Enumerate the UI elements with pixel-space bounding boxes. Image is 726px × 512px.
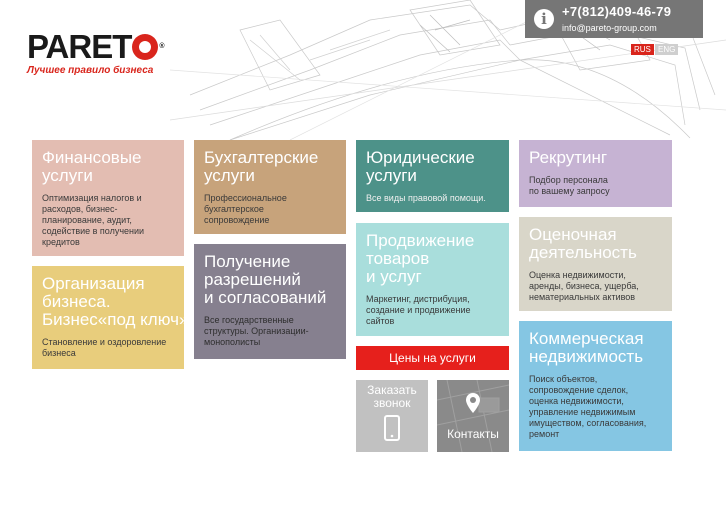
email-link[interactable]: info@pareto-group.com (562, 23, 657, 33)
logo-wordmark: PARET ® (27, 28, 165, 65)
contacts-label: Контакты (447, 427, 499, 441)
phone-number[interactable]: +7(812)409-46-79 (562, 4, 671, 19)
tile-description: Все виды правовой помощи. (366, 193, 486, 203)
tile-description: Оценка недвижимости, аренды, бизнеса, ущ… (529, 270, 639, 302)
tile-title: Продвижение товаров и услуг (366, 231, 475, 286)
tile-description: Поиск объектов, сопровождение сделок, оц… (529, 374, 647, 439)
tile-title: Получение разрешений и согласований (204, 252, 327, 307)
contact-box: i +7(812)409-46-79 info@pareto-group.com (525, 0, 703, 38)
mobile-phone-icon (384, 415, 400, 441)
tile-legal-services[interactable]: Юридические услуги Все виды правовой пом… (356, 140, 509, 212)
map-background (437, 380, 509, 452)
tile-promotion[interactable]: Продвижение товаров и услуг Маркетинг, д… (356, 223, 509, 336)
info-icon: i (534, 9, 554, 29)
tile-title: Рекрутинг (529, 148, 608, 167)
tile-title: Юридические услуги (366, 148, 475, 185)
tile-description: Маркетинг, дистрибуция, создание и продв… (366, 294, 471, 326)
tile-title: Коммерческая недвижимость (529, 329, 644, 366)
tile-title: Оценочная деятельность (529, 225, 637, 262)
contacts-button[interactable]: Контакты (437, 380, 509, 452)
order-call-label: Заказать звонок (367, 383, 417, 410)
tile-title: Финансовые услуги (42, 148, 142, 185)
lang-eng-button[interactable]: ENG (655, 44, 679, 55)
logo-circle-icon (132, 33, 159, 60)
tile-permits[interactable]: Получение разрешений и согласований Все … (194, 244, 346, 359)
tile-valuation[interactable]: Оценочная деятельность Оценка недвижимос… (519, 217, 672, 311)
tile-description: Становление и оздоровление бизнеса (42, 337, 167, 358)
tile-description: Оптимизация налогов и расходов, бизнес- … (42, 193, 145, 247)
tile-title: Бухгалтерские услуги (204, 148, 319, 185)
tile-commercial-real-estate[interactable]: Коммерческая недвижимость Поиск объектов… (519, 321, 672, 451)
order-call-button[interactable]: Заказать звонок (356, 380, 428, 452)
tile-financial-services[interactable]: Финансовые услуги Оптимизация налогов и … (32, 140, 184, 256)
tagline: Лучшее правило бизнеса (27, 65, 154, 76)
lang-rus-button[interactable]: RUS (631, 44, 654, 55)
logo[interactable]: PARET ® (27, 28, 165, 65)
tile-recruiting[interactable]: Рекрутинг Подбор персонала по вашему зап… (519, 140, 672, 207)
tile-description: Профессиональное бухгалтерское сопровожд… (204, 193, 287, 225)
prices-button[interactable]: Цены на услуги (356, 346, 509, 370)
tile-description: Подбор персонала по вашему запросу (529, 175, 610, 196)
map-pin-icon (466, 393, 480, 413)
tile-accounting-services[interactable]: Бухгалтерские услуги Профессиональное бу… (194, 140, 346, 234)
tile-business-organization[interactable]: Организация бизнеса. Бизнес«под ключ» Ст… (32, 266, 184, 369)
tile-description: Все государственные структуры. Организац… (204, 315, 309, 347)
tile-title: Организация бизнеса. Бизнес«под ключ» (42, 274, 184, 329)
